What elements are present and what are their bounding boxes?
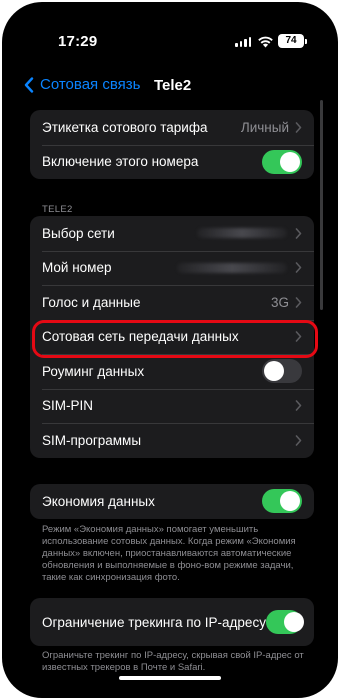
row-value: 3G <box>270 294 289 310</box>
row-cellular-data-network[interactable]: Сотовая сеть передачи данных <box>30 319 314 355</box>
toggle-knob <box>280 151 300 172</box>
row-voice-data[interactable]: Голос и данные 3G <box>30 285 314 320</box>
row-label: Сотовая сеть передачи данных <box>42 329 239 345</box>
back-button-label: Сотовая связь <box>40 76 141 93</box>
row-label: Экономия данных <box>42 493 155 509</box>
ip-tracking-group: Ограничение трекинга по IP-адресу <box>30 598 314 646</box>
data-roaming-toggle[interactable] <box>262 359 302 384</box>
row-label: Мой номер <box>42 260 112 276</box>
status-time: 17:29 <box>58 33 98 50</box>
row-label: Ограничение трекинга по IP-адресу <box>42 614 266 630</box>
row-sim-apps[interactable]: SIM-программы <box>30 423 314 458</box>
carrier-settings-group: Выбор сети Мой номер Голос и данные 3G С… <box>30 216 314 458</box>
chevron-right-icon <box>295 400 302 412</box>
scrollbar[interactable] <box>320 100 323 310</box>
ip-tracking-footnote: Ограничьте трекинг по IP-адресу, скрывая… <box>42 650 304 673</box>
chevron-right-icon <box>295 262 302 274</box>
cellular-signal-icon <box>235 37 251 47</box>
battery-nub <box>305 39 307 44</box>
row-label: SIM-программы <box>42 432 142 448</box>
row-label: SIM-PIN <box>42 398 94 414</box>
toggle-knob <box>283 612 304 632</box>
section-header: TELE2 <box>42 204 73 215</box>
row-limit-ip-tracking: Ограничение трекинга по IP-адресу <box>30 598 314 646</box>
page-title: Tele2 <box>154 77 192 94</box>
chevron-right-icon <box>295 227 302 239</box>
home-indicator[interactable] <box>119 676 221 680</box>
row-sim-pin[interactable]: SIM-PIN <box>30 388 314 424</box>
row-label: Голос и данные <box>42 294 141 310</box>
row-data-roaming: Роуминг данных <box>30 354 314 389</box>
row-value: Личный <box>240 119 289 135</box>
redacted-value <box>197 228 287 239</box>
status-bar: 17:29 74 <box>14 14 326 64</box>
row-label: Роуминг данных <box>42 363 145 379</box>
row-plan-label[interactable]: Этикетка сотового тарифа Личный <box>30 110 314 145</box>
wifi-icon <box>258 36 273 48</box>
chevron-right-icon <box>295 121 302 133</box>
low-data-mode-group: Экономия данных <box>30 484 314 519</box>
chevron-right-icon <box>295 331 302 343</box>
navigation-bar: Сотовая связь Tele2 <box>14 66 326 110</box>
low-data-mode-toggle[interactable] <box>262 489 302 514</box>
screen: 17:29 74 Сотовая связь Tele2 Этикетка со… <box>14 14 326 686</box>
battery-icon: 74 <box>278 34 304 48</box>
chevron-right-icon <box>295 296 302 308</box>
row-label: Включение этого номера <box>42 154 199 170</box>
carrier-label-group: Этикетка сотового тарифа Личный Включени… <box>30 110 314 179</box>
line-enabled-toggle[interactable] <box>262 149 302 174</box>
row-line-enabled: Включение этого номера <box>30 144 314 180</box>
row-network-selection[interactable]: Выбор сети <box>30 216 314 251</box>
back-button[interactable]: Сотовая связь <box>24 76 140 93</box>
phone-frame: 17:29 74 Сотовая связь Tele2 Этикетка со… <box>2 2 338 698</box>
redacted-value <box>177 262 287 273</box>
row-low-data-mode: Экономия данных <box>30 484 314 519</box>
chevron-left-icon <box>24 76 34 93</box>
toggle-knob <box>264 361 284 382</box>
row-label: Выбор сети <box>42 225 115 241</box>
chevron-right-icon <box>295 434 302 446</box>
row-label: Этикетка сотового тарифа <box>42 119 208 135</box>
row-my-number[interactable]: Мой номер <box>30 250 314 286</box>
limit-ip-tracking-toggle[interactable] <box>265 610 304 634</box>
low-data-mode-footnote: Режим «Экономия данных» помогает уменьши… <box>42 524 296 583</box>
toggle-knob <box>280 491 300 512</box>
